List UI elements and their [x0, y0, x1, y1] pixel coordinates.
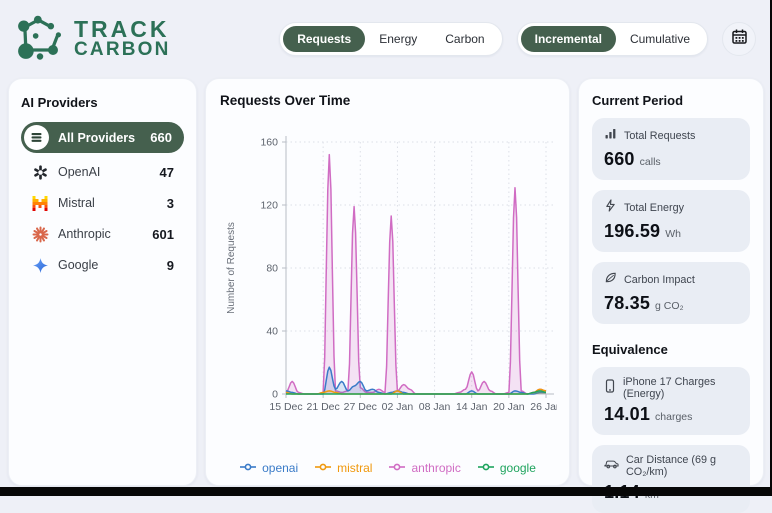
mode-option-cumulative[interactable]: Cumulative: [616, 26, 704, 52]
legend-label: mistral: [337, 461, 372, 475]
providers-panel-title: AI Providers: [21, 95, 184, 110]
leaf-icon: [604, 271, 617, 289]
legend-item-anthropic[interactable]: anthropic: [388, 461, 460, 475]
provider-count: 660: [150, 130, 172, 145]
provider-count: 9: [167, 258, 174, 273]
header-controls: RequestsEnergyCarbon IncrementalCumulati…: [279, 22, 772, 56]
stat-label: Carbon Impact: [624, 274, 695, 286]
stat-label: Total Energy: [624, 202, 684, 214]
legend-item-openai[interactable]: openai: [239, 461, 298, 475]
legend-item-mistral[interactable]: mistral: [314, 461, 372, 475]
svg-text:27 Dec: 27 Dec: [344, 401, 377, 413]
legend-marker-icon: [477, 461, 495, 475]
mistral-logo-icon: [31, 194, 49, 212]
legend-label: google: [500, 461, 536, 475]
metric-option-carbon[interactable]: Carbon: [431, 26, 498, 52]
app-title: TRACK CARBON: [74, 18, 171, 59]
svg-text:20 Jan: 20 Jan: [493, 401, 525, 413]
stat-unit: g CO₂: [655, 300, 684, 312]
logo-line-2: CARBON: [74, 41, 171, 60]
metric-option-requests[interactable]: Requests: [283, 26, 365, 52]
svg-text:14 Jan: 14 Jan: [456, 401, 488, 413]
molecule-logo-icon: [14, 11, 66, 68]
chart-title: Requests Over Time: [220, 93, 555, 108]
provider-label: OpenAI: [58, 165, 100, 179]
requests-chart: 0 40 80 120 160 15 Dec 21 Dec 27 Dec 02 Jan 08 Ja…: [220, 116, 557, 450]
calendar-icon: [731, 28, 748, 50]
metric-option-energy[interactable]: Energy: [365, 26, 431, 52]
legend-label: anthropic: [411, 461, 460, 475]
provider-label: Google: [58, 258, 98, 272]
stat-card-iphone-17-charges-energy: iPhone 17 Charges (Energy) 14.01 charges: [592, 367, 750, 435]
current-period-title: Current Period: [592, 93, 750, 108]
svg-text:120: 120: [260, 200, 278, 212]
equivalence-title: Equivalence: [592, 342, 750, 357]
stat-value: 660: [604, 149, 635, 170]
provider-count: 47: [160, 165, 174, 180]
sidebar-item-all-providers[interactable]: All Providers 660: [21, 122, 184, 153]
screenshot-bottom-edge: [0, 487, 772, 496]
svg-text:Number of Requests: Number of Requests: [226, 222, 237, 314]
svg-text:40: 40: [266, 326, 278, 338]
mode-option-incremental[interactable]: Incremental: [521, 26, 616, 52]
stats-panel: Current Period Total Requests660callsTot…: [578, 78, 764, 486]
stat-card-car-distance-69-g-co-km: Car Distance (69 g CO₂/km)1.14km: [592, 445, 750, 513]
stat-value: 196.59: [604, 221, 660, 242]
header: TRACK CARBON RequestsEnergyCarbon Increm…: [0, 0, 772, 78]
provider-label: Anthropic: [58, 227, 111, 241]
energy-icon: [604, 199, 617, 217]
anthropic-logo-icon: [31, 225, 49, 243]
svg-text:80: 80: [266, 263, 278, 275]
app-logo: TRACK CARBON: [14, 11, 171, 68]
chart-panel: Requests Over Time 0 40 80 120 160 15 Dec 21 D…: [205, 78, 570, 486]
sidebar-item-anthropic[interactable]: Anthropic 601: [21, 219, 184, 249]
provider-label: All Providers: [58, 131, 135, 145]
legend-marker-icon: [314, 461, 332, 475]
car-icon: [604, 457, 619, 475]
chart-legend: openai mistral anthropic google: [220, 461, 555, 475]
providers-panel: AI Providers All Providers 660 OpenAI 47 Mis…: [8, 78, 197, 486]
stat-label: iPhone 17 Charges (Energy): [623, 376, 738, 400]
provider-count: 3: [167, 196, 174, 211]
stat-value: 78.35: [604, 293, 650, 314]
provider-label: Mistral: [58, 196, 95, 210]
providers-list: All Providers 660 OpenAI 47 Mistral 3 Anthropi…: [21, 122, 184, 280]
legend-marker-icon: [239, 461, 257, 475]
stat-card-carbon-impact: Carbon Impact 78.35 g CO₂: [592, 262, 750, 324]
sidebar-item-mistral[interactable]: Mistral 3: [21, 188, 184, 218]
stat-label: Total Requests: [624, 130, 695, 142]
stat-unit: charges: [655, 411, 692, 423]
stat-label: Car Distance (69 g CO₂/km): [626, 454, 738, 478]
mode-toggle: IncrementalCumulative: [517, 22, 708, 56]
sidebar-item-openai[interactable]: OpenAI 47: [21, 157, 184, 187]
metric-toggle: RequestsEnergyCarbon: [279, 22, 502, 56]
phone-icon: [604, 379, 616, 398]
svg-text:0: 0: [272, 389, 278, 401]
bar-chart-icon: [604, 127, 617, 145]
stat-value: 14.01: [604, 404, 650, 425]
svg-text:15 Dec: 15 Dec: [269, 401, 302, 413]
calendar-button[interactable]: [722, 22, 756, 56]
stat-unit: Wh: [665, 228, 681, 240]
openai-logo-icon: [31, 163, 49, 181]
legend-label: openai: [262, 461, 298, 475]
current-period-cards: Total Requests 660 calls Total Energy 196.59…: [592, 118, 750, 324]
svg-text:08 Jan: 08 Jan: [419, 401, 451, 413]
provider-count: 601: [152, 227, 174, 242]
legend-item-google[interactable]: google: [477, 461, 536, 475]
stat-card-total-energy: Total Energy 196.59 Wh: [592, 190, 750, 252]
layers-icon: [24, 125, 49, 150]
logo-line-1: TRACK: [74, 18, 171, 41]
legend-marker-icon: [388, 461, 406, 475]
stat-card-total-requests: Total Requests 660 calls: [592, 118, 750, 180]
google-logo-icon: [31, 256, 49, 274]
svg-text:21 Dec: 21 Dec: [307, 401, 340, 413]
svg-text:26 Jan: 26 Jan: [530, 401, 557, 413]
svg-text:02 Jan: 02 Jan: [382, 401, 414, 413]
svg-text:160: 160: [260, 137, 278, 149]
stat-unit: calls: [640, 156, 661, 168]
sidebar-item-google[interactable]: Google 9: [21, 250, 184, 280]
